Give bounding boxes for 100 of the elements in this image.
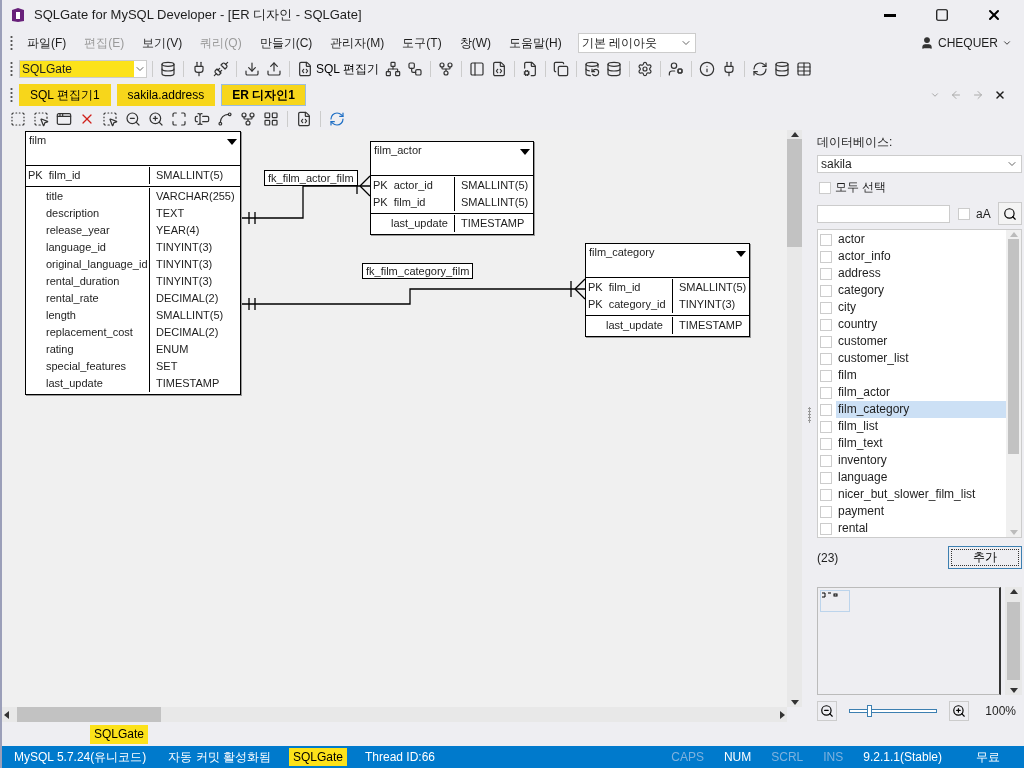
- entity-table[interactable]: film_category PK film_id SMALLINT(5) PK category_id TINYINT(3) last_update TIMESTAMP: [585, 243, 750, 337]
- list-item[interactable]: film_list: [836, 418, 1006, 435]
- select-icon[interactable]: [10, 111, 26, 127]
- relation-icon[interactable]: [217, 111, 233, 127]
- overview-scrollbar[interactable]: [1005, 587, 1022, 696]
- checkbox[interactable]: [820, 284, 832, 297]
- checkbox[interactable]: [819, 181, 831, 194]
- list-item[interactable]: category: [836, 282, 1006, 299]
- checkbox[interactable]: [820, 318, 832, 331]
- document-tab[interactable]: ER 디자인1: [221, 84, 306, 106]
- fork-icon[interactable]: [437, 61, 454, 77]
- checkbox[interactable]: [820, 437, 832, 450]
- caret-icon[interactable]: [227, 139, 237, 145]
- window-icon[interactable]: [56, 111, 72, 127]
- database-select[interactable]: sakila: [817, 155, 1022, 174]
- settings-icon[interactable]: [636, 61, 653, 77]
- checkbox[interactable]: [820, 386, 832, 399]
- list-item[interactable]: country: [836, 316, 1006, 333]
- add-button[interactable]: 추가: [948, 546, 1022, 569]
- list-item[interactable]: customer: [836, 333, 1006, 350]
- unplug-icon[interactable]: [213, 61, 229, 77]
- caret-icon[interactable]: [736, 251, 746, 257]
- menu-item[interactable]: 도움말(H): [501, 31, 570, 55]
- refresh-icon[interactable]: [751, 61, 768, 77]
- copy-icon[interactable]: [552, 61, 569, 77]
- scroll-left-icon[interactable]: [4, 710, 9, 719]
- checkbox[interactable]: [820, 233, 832, 246]
- splitter-grip[interactable]: [808, 407, 811, 423]
- checkbox[interactable]: [820, 267, 832, 280]
- menu-item[interactable]: 도구(T): [394, 31, 450, 55]
- menu-item[interactable]: 창(W): [451, 31, 499, 55]
- close-icon[interactable]: [994, 89, 1006, 101]
- database-icon[interactable]: [605, 61, 622, 77]
- list-item[interactable]: inventory: [836, 452, 1006, 469]
- list-item[interactable]: film: [836, 367, 1006, 384]
- list-item[interactable]: city: [836, 299, 1006, 316]
- grid-icon[interactable]: [263, 111, 279, 127]
- list-item[interactable]: actor_info: [836, 248, 1006, 265]
- checkbox[interactable]: [820, 420, 832, 433]
- plug-icon[interactable]: [191, 61, 207, 77]
- info-icon[interactable]: [698, 61, 715, 77]
- list-scrollbar[interactable]: [1006, 230, 1021, 537]
- checkbox[interactable]: [820, 352, 832, 365]
- checkbox[interactable]: [820, 454, 832, 467]
- document-tab[interactable]: SQL 편집기1: [19, 84, 111, 106]
- checkbox[interactable]: [820, 250, 832, 263]
- select-pointer-icon[interactable]: [33, 111, 49, 127]
- sql-editor-button[interactable]: SQL 편집기: [295, 58, 381, 80]
- list-item[interactable]: address: [836, 265, 1006, 282]
- list-item[interactable]: film_text: [836, 435, 1006, 452]
- list-item[interactable]: film_actor: [836, 384, 1006, 401]
- code-file-icon[interactable]: [296, 111, 312, 127]
- table-icon[interactable]: [795, 61, 812, 77]
- checkbox[interactable]: [820, 301, 832, 314]
- vertical-scrollbar[interactable]: [787, 130, 802, 707]
- connection-tab[interactable]: SQLGate: [90, 724, 149, 744]
- zoom-out-button[interactable]: [817, 700, 837, 721]
- zoom-in-button[interactable]: [949, 700, 969, 721]
- file-settings-icon[interactable]: [521, 61, 538, 77]
- entity-table[interactable]: [25, 131, 241, 395]
- checkbox[interactable]: [958, 207, 970, 220]
- scroll-down-icon[interactable]: [1009, 688, 1018, 694]
- checkbox[interactable]: [820, 505, 832, 518]
- list-item[interactable]: customer_list: [836, 350, 1006, 367]
- scroll-down-icon[interactable]: [790, 700, 799, 705]
- scrollbar-thumb[interactable]: [17, 707, 161, 722]
- search-field[interactable]: [817, 204, 950, 223]
- user-settings-icon[interactable]: [667, 61, 684, 77]
- checkbox[interactable]: [820, 522, 832, 535]
- horizontal-scrollbar[interactable]: [2, 707, 787, 722]
- user-menu[interactable]: CHEQUER: [920, 36, 1020, 50]
- database-backup-icon[interactable]: [583, 61, 600, 77]
- menu-item[interactable]: 보기(V): [134, 31, 191, 55]
- code-file-icon[interactable]: [490, 61, 507, 77]
- checkbox[interactable]: [820, 403, 832, 416]
- menu-item[interactable]: 파일(F): [19, 31, 75, 55]
- search-button[interactable]: [998, 202, 1022, 225]
- download-icon[interactable]: [244, 61, 260, 77]
- scrollbar-thumb[interactable]: [1007, 602, 1020, 681]
- document-tab[interactable]: sakila.address: [116, 84, 216, 106]
- checkbox[interactable]: [820, 369, 832, 382]
- workflow-icon[interactable]: [406, 61, 423, 77]
- scrollbar-thumb[interactable]: [1008, 239, 1019, 454]
- list-item[interactable]: rental: [836, 520, 1006, 537]
- branch-icon[interactable]: [240, 111, 256, 127]
- checkbox[interactable]: [820, 488, 832, 501]
- fit-icon[interactable]: [171, 111, 187, 127]
- text-field-icon[interactable]: [194, 111, 210, 127]
- panel-icon[interactable]: [468, 61, 485, 77]
- list-item[interactable]: nicer_but_slower_film_list: [836, 486, 1006, 503]
- list-item[interactable]: film_category: [836, 401, 1006, 418]
- zoom-out-icon[interactable]: [125, 111, 141, 127]
- scroll-right-icon[interactable]: [780, 710, 785, 719]
- menu-item[interactable]: 관리자(M): [322, 31, 393, 55]
- database-icon[interactable]: [773, 61, 790, 77]
- zoom-in-icon[interactable]: [148, 111, 164, 127]
- entity-table[interactable]: film_actor PK actor_id SMALLINT(5) PK film_id SMALLINT(5) last_update TIMESTAMP: [370, 141, 534, 235]
- list-item[interactable]: payment: [836, 503, 1006, 520]
- pointer-icon[interactable]: [102, 111, 118, 127]
- scroll-up-icon[interactable]: [1009, 589, 1018, 594]
